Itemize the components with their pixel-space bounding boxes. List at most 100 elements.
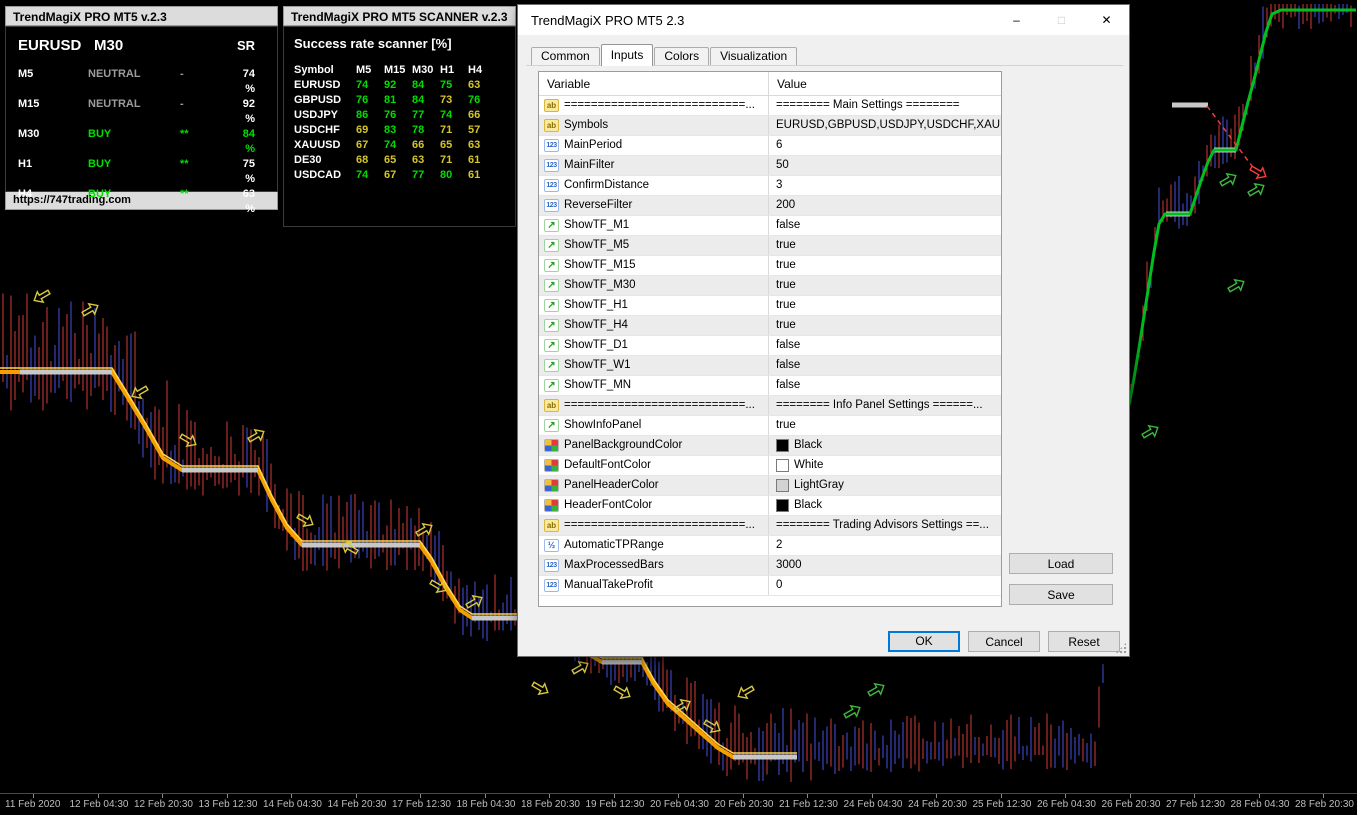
tab-common[interactable]: Common [531, 47, 600, 66]
param-name-cell: ab ===========================... [539, 516, 769, 535]
time-axis[interactable]: 11 Feb 2020 12 Feb 04:30 12 Feb 20:30 13 Fe… [0, 793, 1357, 815]
integer-type-icon: 123 [544, 179, 559, 192]
reset-button[interactable]: Reset [1048, 631, 1120, 652]
param-row[interactable]: 123 ManualTakeProfit 0 [539, 576, 1001, 596]
param-value-cell[interactable]: Black [769, 496, 1001, 515]
param-value-cell[interactable]: true [769, 296, 1001, 315]
param-row[interactable]: 123 ConfirmDistance 3 [539, 176, 1001, 196]
cancel-button[interactable]: Cancel [968, 631, 1040, 652]
param-value-cell[interactable]: false [769, 216, 1001, 235]
param-name: ShowTF_H1 [564, 299, 628, 311]
scanner-value: 75 [440, 79, 453, 91]
color-swatch [776, 439, 789, 452]
sell-signal-arrow [613, 685, 631, 700]
indicator-panel-title: TrendMagiX PRO MT5 v.2.3 [5, 6, 278, 26]
scanner-value: 84 [412, 94, 425, 106]
time-axis-label: 14 Feb 20:30 [327, 799, 387, 810]
time-axis-tick [162, 794, 163, 798]
param-row[interactable]: ab Symbols EURUSD,GBPUSD,USDJPY,USDCHF,XAU… [539, 116, 1001, 136]
param-row[interactable]: 123 ReverseFilter 200 [539, 196, 1001, 216]
param-name-cell: 123 MaxProcessedBars [539, 556, 769, 575]
param-value-cell[interactable]: White [769, 456, 1001, 475]
time-axis-tick [871, 794, 873, 798]
table-header: Variable Value [539, 72, 1001, 96]
param-row[interactable]: 123 MaxProcessedBars 3000 [539, 556, 1001, 576]
param-value-cell[interactable]: 3000 [769, 556, 1001, 575]
param-row[interactable]: HeaderFontColor Black [539, 496, 1001, 516]
tab-colors[interactable]: Colors [654, 47, 710, 66]
scanner-value: 74 [384, 139, 397, 151]
scanner-panel-body: Success rate scanner [%] Symbol M5 M15 M30 H… [283, 26, 516, 227]
param-row[interactable]: ½ AutomaticTPRange 2 [539, 536, 1001, 556]
param-value: Black [794, 439, 823, 451]
bool-type-icon: ↗ [544, 239, 559, 252]
dialog-titlebar[interactable]: TrendMagiX PRO MT5 2.3 – □ ✕ [518, 5, 1129, 35]
load-button[interactable]: Load [1009, 553, 1113, 574]
save-button[interactable]: Save [1009, 584, 1113, 605]
string-type-icon: ab [544, 119, 559, 132]
param-row[interactable]: 123 MainPeriod 6 [539, 136, 1001, 156]
tab-inputs[interactable]: Inputs [600, 44, 654, 66]
param-value-cell[interactable]: ======== Main Settings ======== [769, 96, 1001, 115]
minimize-button[interactable]: – [994, 5, 1039, 35]
indicator-row: M15 NEUTRAL - 92 % [18, 97, 265, 127]
bool-type-icon: ↗ [544, 219, 559, 232]
param-value-cell[interactable]: false [769, 356, 1001, 375]
param-row[interactable]: ab ===========================... ========… [539, 396, 1001, 416]
param-row[interactable]: ↗ ShowTF_MN false [539, 376, 1001, 396]
param-value-cell[interactable]: 0 [769, 576, 1001, 595]
scanner-value: 63 [468, 139, 481, 151]
ok-button[interactable]: OK [888, 631, 960, 652]
param-row[interactable]: ↗ ShowTF_M15 true [539, 256, 1001, 276]
param-value-cell[interactable]: 3 [769, 176, 1001, 195]
param-row[interactable]: ab ===========================... ========… [539, 96, 1001, 116]
param-row[interactable]: ↗ ShowTF_W1 false [539, 356, 1001, 376]
param-value: true [776, 239, 796, 251]
maximize-button[interactable]: □ [1039, 5, 1084, 35]
param-name: ShowTF_M15 [564, 259, 636, 271]
param-value-cell[interactable]: true [769, 276, 1001, 295]
bool-type-icon: ↗ [544, 319, 559, 332]
scanner-subtitle: Success rate scanner [%] [294, 36, 452, 51]
param-value-cell[interactable]: 2 [769, 536, 1001, 555]
param-value-cell[interactable]: ======== Trading Advisors Settings ==... [769, 516, 1001, 535]
param-row[interactable]: ↗ ShowInfoPanel true [539, 416, 1001, 436]
param-row[interactable]: PanelHeaderColor LightGray [539, 476, 1001, 496]
scanner-value: 57 [468, 124, 481, 136]
scanner-value: 84 [412, 79, 425, 91]
param-value-cell[interactable]: false [769, 336, 1001, 355]
param-value-cell[interactable]: ======== Info Panel Settings ======... [769, 396, 1001, 415]
param-row[interactable]: ↗ ShowTF_D1 false [539, 336, 1001, 356]
param-name-cell: DefaultFontColor [539, 456, 769, 475]
param-row[interactable]: ↗ ShowTF_H1 true [539, 296, 1001, 316]
parameters-table: Variable Value ab =======================… [538, 71, 1002, 607]
param-row[interactable]: ab ===========================... ========… [539, 516, 1001, 536]
scanner-rows: EURUSD 74 92 84 75 63 GBPUSD 76 81 84 73 76 USDJPY 86… [294, 78, 505, 183]
param-row[interactable]: ↗ ShowTF_H4 true [539, 316, 1001, 336]
scanner-row: USDJPY 86 76 77 74 66 [294, 108, 505, 123]
param-value-cell[interactable]: LightGray [769, 476, 1001, 495]
param-row[interactable]: ↗ ShowTF_M1 false [539, 216, 1001, 236]
param-value-cell[interactable]: true [769, 416, 1001, 435]
param-value-cell[interactable]: false [769, 376, 1001, 395]
param-value-cell[interactable]: EURUSD,GBPUSD,USDJPY,USDCHF,XAUUSD... [769, 116, 1001, 135]
param-value-cell[interactable]: 200 [769, 196, 1001, 215]
param-value-cell[interactable]: 50 [769, 156, 1001, 175]
param-row[interactable]: ↗ ShowTF_M5 true [539, 236, 1001, 256]
param-value-cell[interactable]: Black [769, 436, 1001, 455]
signal-label: NEUTRAL [88, 68, 141, 80]
scanner-column-header: M5 [356, 64, 372, 76]
param-name-cell: ↗ ShowTF_W1 [539, 356, 769, 375]
param-value-cell[interactable]: true [769, 316, 1001, 335]
param-value-cell[interactable]: true [769, 256, 1001, 275]
param-row[interactable]: 123 MainFilter 50 [539, 156, 1001, 176]
param-row[interactable]: ↗ ShowTF_M30 true [539, 276, 1001, 296]
param-row[interactable]: PanelBackgroundColor Black [539, 436, 1001, 456]
param-value-cell[interactable]: true [769, 236, 1001, 255]
param-name-cell: ↗ ShowTF_M30 [539, 276, 769, 295]
param-row[interactable]: DefaultFontColor White [539, 456, 1001, 476]
close-button[interactable]: ✕ [1084, 5, 1129, 35]
param-value-cell[interactable]: 6 [769, 136, 1001, 155]
tab-visualization[interactable]: Visualization [710, 47, 798, 66]
scanner-symbol: GBPUSD [294, 94, 342, 106]
